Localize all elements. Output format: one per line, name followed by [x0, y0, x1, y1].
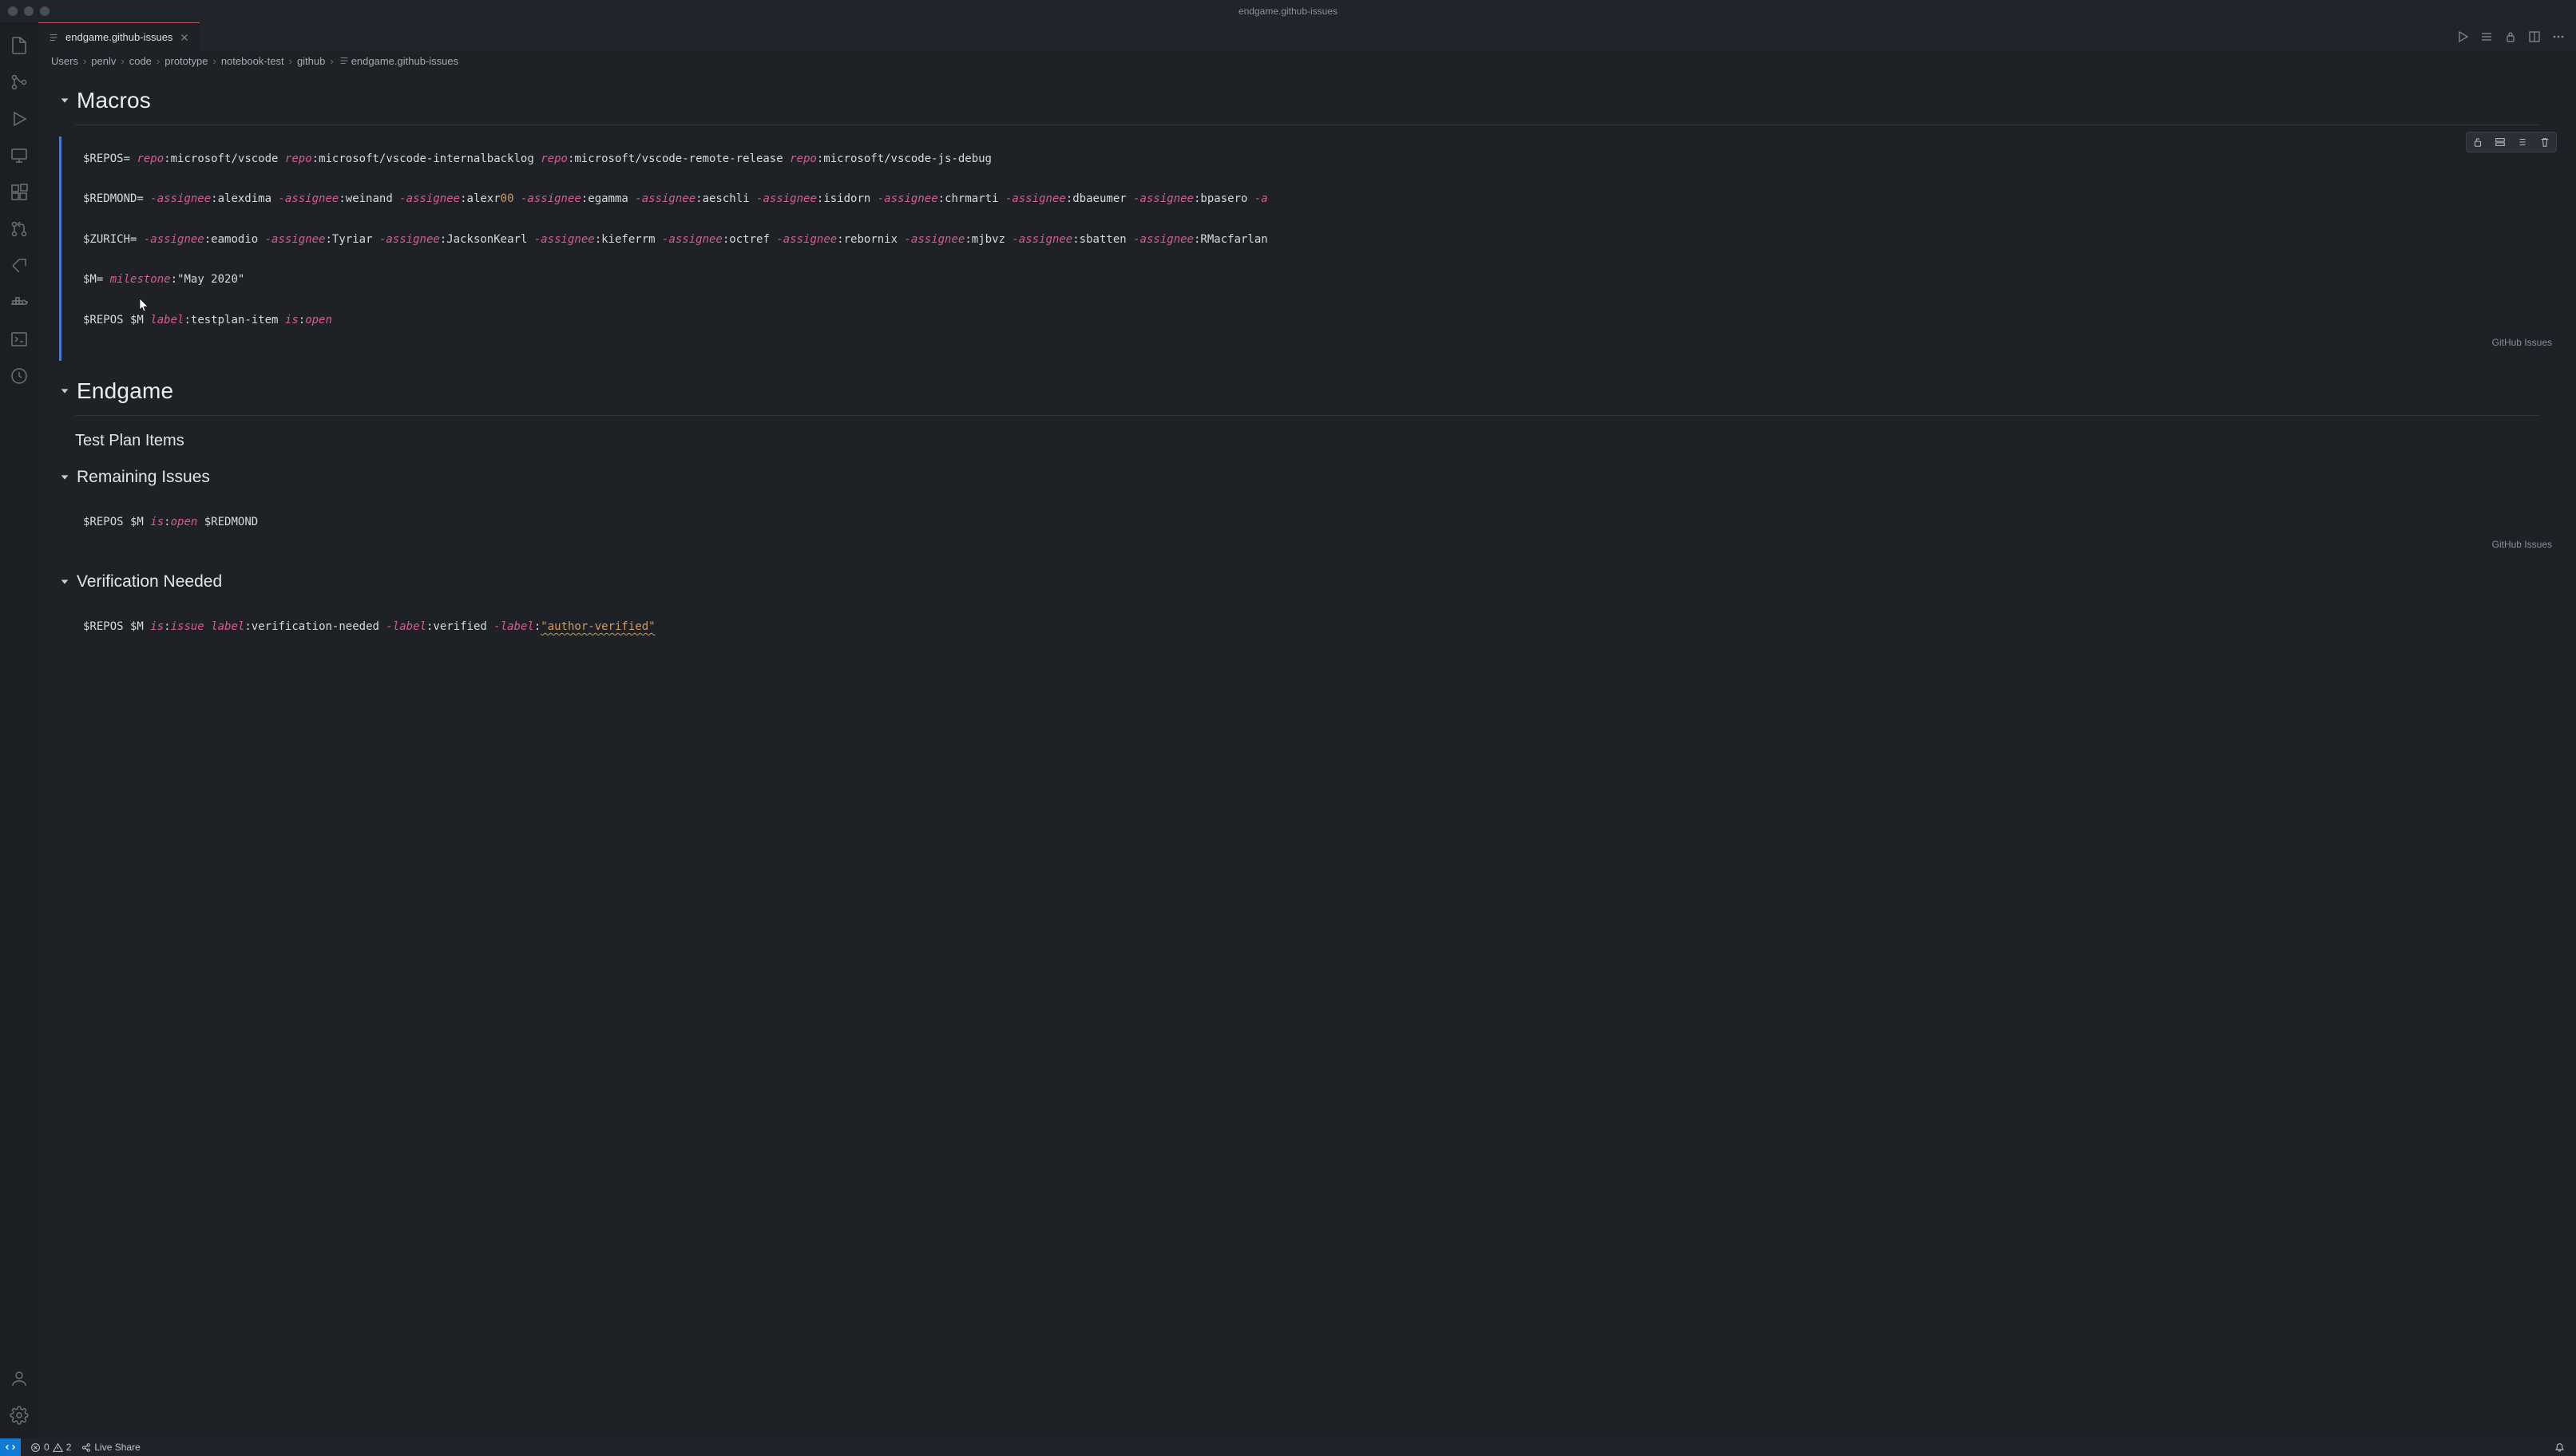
cell-kernel-label: GitHub Issues — [83, 532, 2555, 550]
close-window-button[interactable] — [8, 6, 18, 16]
section-title: Macros — [77, 88, 151, 113]
window-title: endgame.github-issues — [50, 6, 2526, 17]
section-title: Remaining Issues — [77, 468, 210, 487]
chevron-right-icon: › — [212, 55, 216, 67]
run-debug-icon[interactable] — [0, 101, 38, 137]
section-title: Verification Needed — [77, 572, 222, 592]
unlock-icon[interactable] — [2467, 133, 2489, 152]
code-cell-verification[interactable]: $REPOS $M is:issue label:verification-ne… — [54, 604, 2568, 650]
breadcrumb-segment[interactable]: notebook-test — [221, 55, 284, 67]
source-control-icon[interactable] — [0, 64, 38, 101]
notebook-editor[interactable]: Macros $REPOS= repo:microsoft/vscode rep… — [38, 70, 2576, 1438]
extensions-icon[interactable] — [0, 174, 38, 211]
section-heading-macros[interactable]: Macros — [38, 77, 2576, 120]
breadcrumb-segment[interactable]: penlv — [91, 55, 116, 67]
tab-endgame[interactable]: endgame.github-issues — [38, 22, 200, 51]
breadcrumb-segment[interactable]: prototype — [164, 55, 208, 67]
section-heading-remaining[interactable]: Remaining Issues — [38, 460, 2576, 493]
breadcrumb-segment[interactable]: github — [297, 55, 325, 67]
breadcrumb-segment[interactable]: Users — [51, 55, 78, 67]
section-heading-endgame[interactable]: Endgame — [38, 367, 2576, 410]
tab-label: endgame.github-issues — [65, 31, 172, 43]
warning-icon — [53, 1442, 63, 1453]
close-icon[interactable] — [179, 32, 190, 43]
remote-indicator[interactable] — [0, 1438, 21, 1456]
terminal-panel-icon[interactable] — [0, 321, 38, 358]
remote-explorer-icon[interactable] — [0, 137, 38, 174]
file-icon — [339, 55, 350, 66]
chevron-right-icon: › — [121, 55, 124, 67]
delete-cell-icon[interactable] — [2534, 133, 2556, 152]
tab-actions — [2445, 22, 2576, 51]
code-content[interactable]: $REPOS $M is:open $REDMOND — [83, 512, 2555, 532]
split-cell-icon[interactable] — [2489, 133, 2511, 152]
activity-bar — [0, 22, 38, 1438]
chevron-down-icon — [59, 95, 70, 106]
tab-bar: endgame.github-issues — [38, 22, 2576, 51]
chevron-down-icon — [59, 576, 70, 588]
divider — [75, 415, 2539, 416]
breadcrumb-segment[interactable]: code — [129, 55, 152, 67]
chevron-down-icon — [59, 386, 70, 397]
file-icon — [48, 32, 59, 43]
timeline-icon[interactable] — [0, 358, 38, 394]
docker-icon[interactable] — [0, 284, 38, 321]
warning-count: 2 — [66, 1442, 72, 1453]
minimize-window-button[interactable] — [24, 6, 34, 16]
pull-requests-icon[interactable] — [0, 211, 38, 247]
chevron-down-icon — [59, 472, 70, 483]
explorer-icon[interactable] — [0, 27, 38, 64]
problems-status[interactable]: 0 2 — [26, 1442, 76, 1453]
status-bar: 0 2 Live Share — [0, 1438, 2576, 1456]
clear-outputs-icon[interactable] — [2480, 30, 2493, 43]
traffic-lights — [8, 6, 50, 16]
live-share-activity-icon[interactable] — [0, 247, 38, 284]
error-icon — [30, 1442, 41, 1453]
zoom-window-button[interactable] — [40, 6, 50, 16]
lock-icon[interactable] — [2504, 30, 2517, 43]
live-share-icon — [81, 1442, 91, 1453]
subheading-test-plan-items: Test Plan Items — [38, 427, 2576, 460]
code-content[interactable]: $REPOS $M is:issue label:verification-ne… — [83, 617, 2555, 637]
line-numbers-icon[interactable] — [2511, 133, 2534, 152]
chevron-right-icon: › — [83, 55, 86, 67]
titlebar: endgame.github-issues — [0, 0, 2576, 22]
chevron-right-icon: › — [157, 55, 160, 67]
section-title: Endgame — [77, 378, 173, 404]
bell-icon — [2554, 1442, 2565, 1453]
notifications-status[interactable] — [2550, 1442, 2570, 1453]
run-icon[interactable] — [2456, 30, 2469, 43]
more-icon[interactable] — [2552, 30, 2565, 43]
error-count: 0 — [44, 1442, 50, 1453]
chevron-right-icon: › — [289, 55, 292, 67]
live-share-label: Live Share — [94, 1442, 140, 1453]
cell-kernel-label: GitHub Issues — [83, 330, 2555, 348]
code-content[interactable]: $REPOS= repo:microsoft/vscode repo:micro… — [83, 149, 2555, 330]
cell-toolbar — [2466, 132, 2557, 152]
split-editor-icon[interactable] — [2528, 30, 2541, 43]
settings-gear-icon[interactable] — [0, 1397, 38, 1434]
chevron-right-icon: › — [330, 55, 333, 67]
code-cell-remaining[interactable]: $REPOS $M is:open $REDMOND GitHub Issues — [54, 500, 2568, 563]
live-share-status[interactable]: Live Share — [76, 1442, 145, 1453]
code-cell-macros[interactable]: $REPOS= repo:microsoft/vscode repo:micro… — [54, 136, 2568, 361]
section-heading-verification[interactable]: Verification Needed — [38, 569, 2576, 598]
breadcrumb-segment[interactable]: endgame.github-issues — [351, 55, 458, 67]
accounts-icon[interactable] — [0, 1360, 38, 1397]
breadcrumb[interactable]: Users › penlv › code › prototype › notebook-… — [38, 51, 2576, 70]
